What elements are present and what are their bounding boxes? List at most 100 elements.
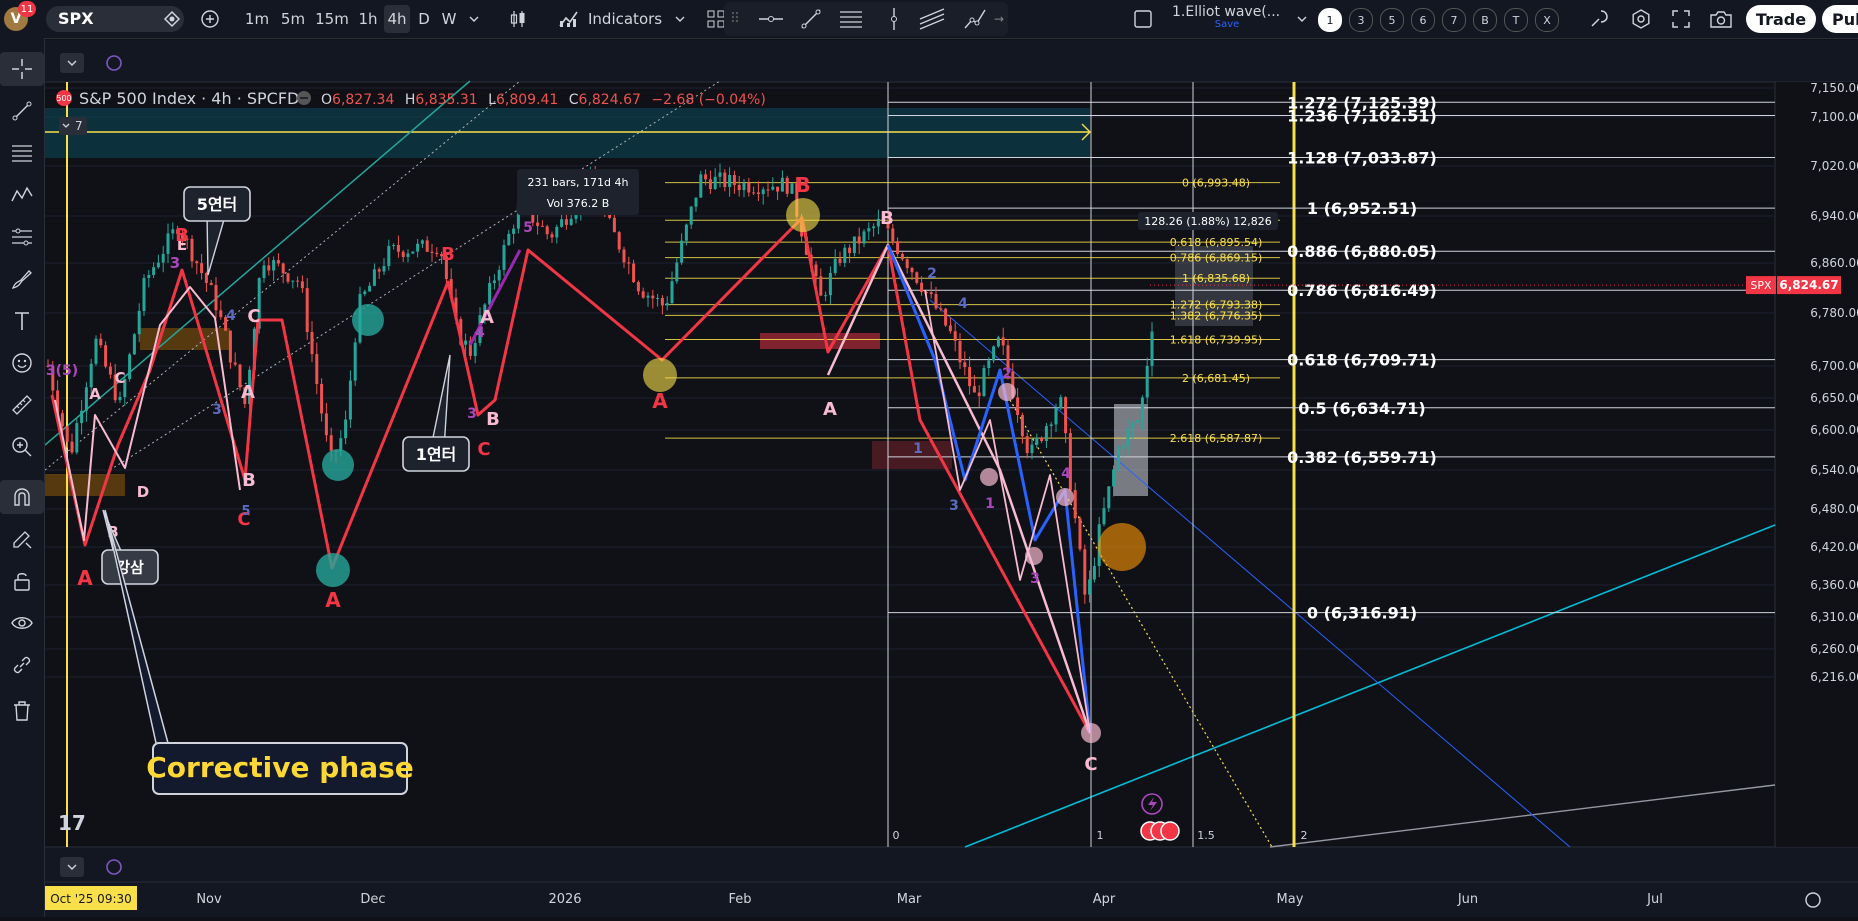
candle-body [1049, 424, 1053, 427]
trend-line-tool-icon[interactable] [0, 94, 44, 128]
layout-number-7[interactable]: 7 [1442, 8, 1466, 32]
drag-handle-icon[interactable]: ⠿ [728, 2, 742, 36]
candle-body [1102, 508, 1106, 525]
layout-number-x[interactable]: X [1535, 8, 1559, 32]
camera-snapshot-icon[interactable] [1708, 0, 1734, 38]
timeframe-1h[interactable]: 1h [356, 0, 380, 38]
candle-body [828, 272, 832, 296]
layout-number-3[interactable]: 3 [1349, 8, 1373, 32]
fullscreen-layout-checkbox[interactable] [1132, 0, 1154, 38]
eye-visibility-icon[interactable] [0, 606, 44, 640]
lock-icon[interactable] [0, 564, 44, 598]
quick-search-icon[interactable] [1586, 0, 1612, 38]
time-tick-label: Nov [196, 892, 222, 907]
tradingview-logo-icon[interactable]: 17 [58, 811, 86, 835]
candle-body [776, 186, 780, 192]
candle-body [694, 197, 698, 207]
candle-type-icon[interactable] [506, 0, 530, 38]
timeframe-1m[interactable]: 1m [243, 0, 271, 38]
candle-body [276, 260, 280, 264]
candle-body [948, 325, 952, 332]
pivot-circle [786, 198, 820, 232]
layout-chevron-down-icon[interactable] [1294, 0, 1310, 38]
crosshair-icon[interactable] [0, 52, 44, 86]
candle-body [713, 176, 717, 190]
trade-button[interactable]: Trade [1746, 5, 1816, 33]
timeframe-5m[interactable]: 5m [279, 0, 307, 38]
candle-body [656, 297, 660, 299]
chart-canvas[interactable]: 0 1 1.5 2 1.272 (7,125.39)1.236 (7,102.51)1… [44, 39, 1858, 917]
timeframe-15m[interactable]: 15m [315, 0, 349, 38]
candle-body [780, 177, 784, 192]
candle-body [372, 269, 376, 286]
legend-open-label: O [321, 92, 332, 108]
pattern-tool-icon[interactable] [0, 178, 44, 212]
candle-body [75, 423, 79, 453]
timeframe-4h[interactable]: 4h [384, 5, 410, 33]
layout-number-5[interactable]: 5 [1380, 8, 1404, 32]
drawing-mode-icon[interactable] [0, 522, 44, 556]
indicators-chevron-down-icon[interactable] [672, 0, 688, 38]
toolbar-arrow-icon[interactable]: → [992, 2, 1006, 36]
fib-major-label: 0.618 (6,709.71) [1287, 351, 1437, 370]
magnet-icon[interactable] [0, 480, 44, 514]
pane-collapse-button[interactable] [60, 53, 84, 73]
timeframe-w[interactable]: W [438, 0, 460, 38]
text-tool-icon[interactable] [0, 304, 44, 338]
chart-area[interactable]: 0 1 1.5 2 1.272 (7,125.39) 1.236 (7,102.51) 1… [44, 39, 1858, 917]
publish-button[interactable]: Pub [1822, 5, 1858, 33]
candle-body [132, 334, 136, 355]
vertical-line-icon[interactable] [884, 2, 904, 36]
candle-body [982, 367, 986, 397]
layout-name[interactable]: 1.Elliot wave(... Save [1172, 4, 1282, 34]
wave-label: 2 [1002, 366, 1012, 382]
layout-number-6[interactable]: 6 [1411, 8, 1435, 32]
timeframe-label: D [418, 10, 430, 28]
candle-body [94, 338, 98, 364]
layout-number-1[interactable]: 1 [1318, 8, 1342, 32]
emoji-tool-icon[interactable] [0, 346, 44, 380]
fullscreen-icon[interactable] [1668, 0, 1694, 38]
layout-number-t[interactable]: T [1504, 8, 1528, 32]
ruler-tool-icon[interactable] [0, 388, 44, 422]
economic-event-icon[interactable] [1160, 821, 1180, 841]
zoom-in-icon[interactable] [0, 430, 44, 464]
candle-body [1078, 518, 1082, 550]
callout-5-text: 5연터 [197, 195, 238, 214]
wave-label: C [114, 369, 125, 387]
price-tick-label: 6,540.00 [1810, 463, 1858, 477]
compare-icon[interactable] [160, 0, 184, 38]
trash-icon[interactable] [0, 694, 44, 728]
candle-body [867, 228, 871, 232]
candle-body [915, 272, 919, 283]
candle-body [377, 269, 381, 272]
timeframe-d[interactable]: D [414, 0, 434, 38]
settings-gear-icon[interactable] [1628, 0, 1654, 38]
fib-minor-label: 2.618 (6,587.87) [1170, 432, 1263, 445]
path-tool-icon[interactable] [962, 2, 988, 36]
trend-line-icon[interactable] [798, 2, 824, 36]
candle-body [209, 282, 213, 286]
exchange-badge: 500 [56, 94, 71, 103]
fib-retracement-icon[interactable] [838, 2, 864, 36]
layout-number-label: T [1512, 13, 1520, 27]
link-icon[interactable] [0, 648, 44, 682]
timeframe-chevron-down-icon[interactable] [466, 0, 482, 38]
price-tick-label: 6,260.00 [1810, 642, 1858, 656]
parallel-channel-icon[interactable] [918, 2, 946, 36]
wave-label: 4 [958, 296, 968, 312]
indicator-toggle[interactable] [59, 117, 87, 135]
candle-body [387, 246, 391, 267]
layout-number-label: 3 [1357, 13, 1365, 27]
forecast-tool-icon[interactable] [0, 220, 44, 254]
add-symbol-icon[interactable] [198, 0, 222, 38]
pane-collapse-button[interactable] [60, 857, 84, 877]
layout-number-b[interactable]: B [1473, 8, 1497, 32]
timeframe-label: 15m [315, 10, 349, 28]
indicators-button[interactable]: Indicators [558, 0, 666, 38]
brush-tool-icon[interactable] [0, 262, 44, 296]
candle-body [972, 386, 976, 393]
wave-label: 3 [467, 406, 477, 422]
fib-tool-icon[interactable] [0, 136, 44, 170]
horizontal-ray-icon[interactable] [758, 2, 784, 36]
